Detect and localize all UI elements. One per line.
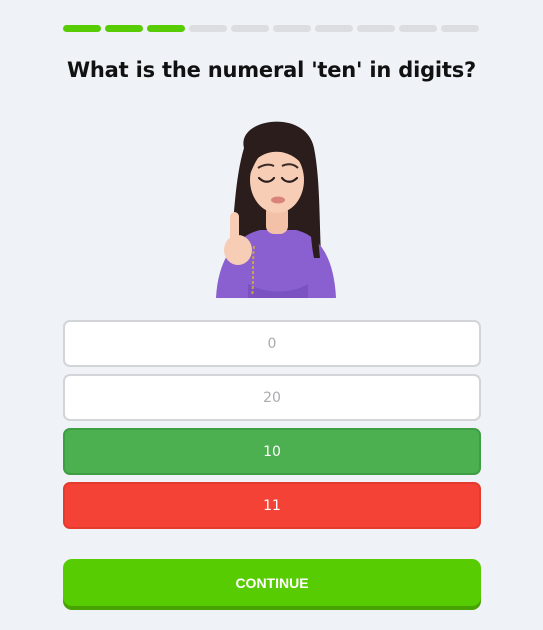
progress-bar [63,25,479,32]
answer-option[interactable]: 20 [63,374,481,421]
progress-segment [357,25,395,32]
progress-segment [63,25,101,32]
question-title: What is the numeral 'ten' in digits? [66,58,477,82]
progress-segment [147,25,185,32]
answer-option-wrong[interactable]: 11 [63,482,481,529]
progress-segment [105,25,143,32]
continue-button[interactable]: CONTINUE [63,559,481,606]
progress-segment [273,25,311,32]
avatar-girl-shush-icon [196,108,356,298]
progress-segment [189,25,227,32]
progress-segment [231,25,269,32]
answer-option-correct[interactable]: 10 [63,428,481,475]
answer-option[interactable]: 0 [63,320,481,367]
progress-segment [399,25,437,32]
progress-segment [441,25,479,32]
progress-segment [315,25,353,32]
answer-options: 0 20 10 11 [63,320,481,536]
